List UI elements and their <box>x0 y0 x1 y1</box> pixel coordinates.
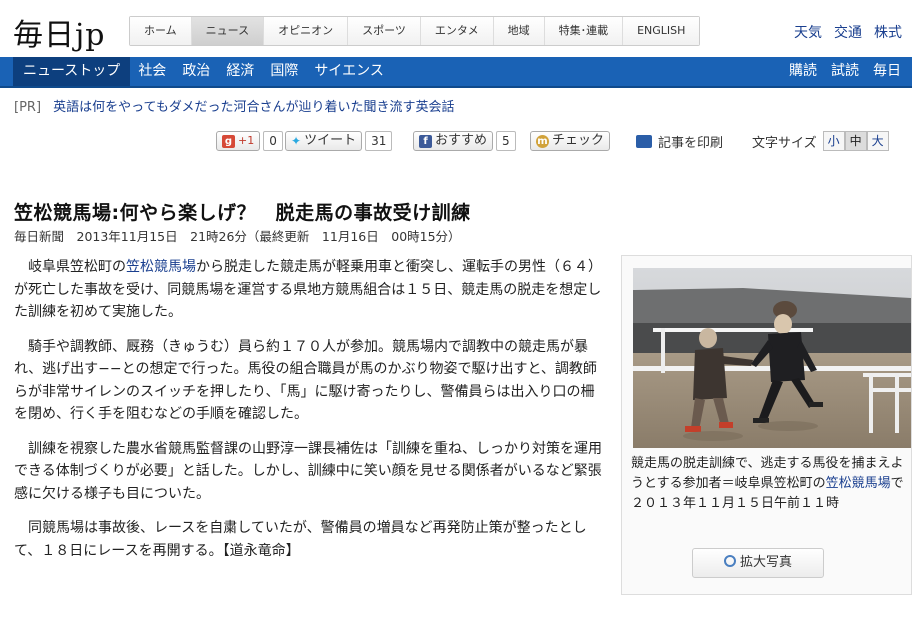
photo-box: 競走馬の脱走訓練で、逃走する馬役を捕まえようとする参加者＝岐阜県笠松町の笠松競馬… <box>621 255 912 595</box>
facebook-count: 5 <box>496 131 516 151</box>
tweet-count: 31 <box>365 131 393 151</box>
gplus-count: 0 <box>263 131 283 151</box>
pr-link[interactable]: 英語は何をやってもダメだった河合さんが辿り着いた聞き流す英会話 <box>53 100 454 115</box>
traffic-link[interactable]: 交通 <box>834 22 862 42</box>
enlarge-label: 拡大写真 <box>739 555 792 570</box>
article-body: 岐阜県笠松町の笠松競馬場から脱走した競走馬が軽乗用車と衝突し、運転手の男性（６４… <box>14 256 606 574</box>
paragraph-2: 騎手や調教師、厩務（きゅうむ）員ら約１７０人が参加。競馬場内で調教中の競走馬が暴… <box>14 338 597 423</box>
subnav-news-top[interactable]: ニューストップ <box>13 57 131 86</box>
site-header: 毎日jp ホーム ニュース オピニオン スポーツ エンタメ 地域 特集･連載 E… <box>0 0 912 57</box>
subnav-international[interactable]: 国際 <box>262 57 306 86</box>
print-label: 記事を印刷 <box>658 135 724 151</box>
article-dateline: 毎日新聞 2013年11月15日 21時26分（最終更新 11月16日 00時1… <box>14 229 461 244</box>
global-nav: ホーム ニュース オピニオン スポーツ エンタメ 地域 特集･連載 ENGLIS… <box>129 16 701 46</box>
gnav-english[interactable]: ENGLISH <box>623 17 700 45</box>
font-size-selector: 文字サイズ 小 中 大 <box>752 130 889 152</box>
category-nav: ニューストップ 社会 政治 経済 国際 サイエンス 購読 試読 毎日 <box>0 57 912 88</box>
subnav-politics[interactable]: 政治 <box>174 57 218 86</box>
gplus-icon: g <box>222 134 235 148</box>
check-button[interactable]: m チェック <box>530 131 611 151</box>
paragraph-1: 岐阜県笠松町の笠松競馬場から脱走した競走馬が軽乗用車と衝突し、運転手の男性（６４… <box>14 256 606 324</box>
photo-caption: 競走馬の脱走訓練で、逃走する馬役を捕まえようとする参加者＝岐阜県笠松町の笠松競馬… <box>631 454 907 514</box>
trial-link[interactable]: 試読 <box>824 57 866 86</box>
printer-icon <box>636 134 652 148</box>
mixi-check-icon: m <box>536 134 549 148</box>
kasamatsu-racecourse-link[interactable]: 笠松競馬場 <box>126 259 196 275</box>
stocks-link[interactable]: 株式 <box>874 22 902 42</box>
site-logo[interactable]: 毎日jp <box>13 10 106 54</box>
weather-link[interactable]: 天気 <box>794 22 822 42</box>
gnav-opinion[interactable]: オピニオン <box>264 17 349 45</box>
gnav-local[interactable]: 地域 <box>493 17 545 45</box>
font-size-medium[interactable]: 中 <box>844 131 867 151</box>
facebook-share: f おすすめ 5 <box>413 130 516 152</box>
subnav-society[interactable]: 社会 <box>130 57 174 86</box>
facebook-icon: f <box>419 134 432 148</box>
subnav-economy[interactable]: 経済 <box>218 57 262 86</box>
twitter-share: ✦ ツイート 31 <box>285 130 393 152</box>
twitter-icon: ✦ <box>291 134 302 148</box>
font-size-label: 文字サイズ <box>752 135 817 151</box>
gplus-share: g +1 0 <box>216 130 283 152</box>
gplus-button[interactable]: g +1 <box>216 131 261 151</box>
paragraph-3: 訓練を視察した農水省競馬監督課の山野淳一課長補佐は「訓練を重ね、しっかり対策を運… <box>14 440 602 502</box>
article-photo[interactable] <box>633 268 911 448</box>
pr-banner: [PR] 英語は何をやってもダメだった河合さんが辿り着いた聞き流す英会話 <box>14 96 454 115</box>
subnav-science[interactable]: サイエンス <box>306 57 392 86</box>
gnav-features[interactable]: 特集･連載 <box>544 17 624 45</box>
facebook-recommend-button[interactable]: f おすすめ <box>413 131 494 151</box>
mixi-check: m チェック <box>530 130 611 152</box>
gnav-sports[interactable]: スポーツ <box>348 17 421 45</box>
pr-tag: [PR] <box>14 100 42 115</box>
gnav-news[interactable]: ニュース <box>191 17 265 45</box>
font-size-small[interactable]: 小 <box>822 131 845 151</box>
magnifier-icon <box>723 555 736 567</box>
subscribe-link[interactable]: 購読 <box>782 57 824 86</box>
article-title: 笠松競馬場:何やら楽しげ？ 脱走馬の事故受け訓練 <box>14 202 471 224</box>
tweet-button[interactable]: ✦ ツイート <box>285 131 363 151</box>
caption-racecourse-link[interactable]: 笠松競馬場 <box>826 476 891 491</box>
mainichi-link[interactable]: 毎日 <box>866 57 908 86</box>
print-article[interactable]: 記事を印刷 <box>636 130 723 152</box>
font-size-large[interactable]: 大 <box>866 131 889 151</box>
paragraph-4: 同競馬場は事故後、レースを自粛していたが、警備員の増員など再発防止策が整ったとし… <box>14 520 587 559</box>
enlarge-photo-button[interactable]: 拡大写真 <box>692 548 824 578</box>
gnav-entertainment[interactable]: エンタメ <box>420 17 494 45</box>
gnav-home[interactable]: ホーム <box>130 17 192 45</box>
paragraph-text: 岐阜県笠松町の <box>28 259 126 275</box>
utility-links: 天気 交通 株式 <box>794 22 902 42</box>
